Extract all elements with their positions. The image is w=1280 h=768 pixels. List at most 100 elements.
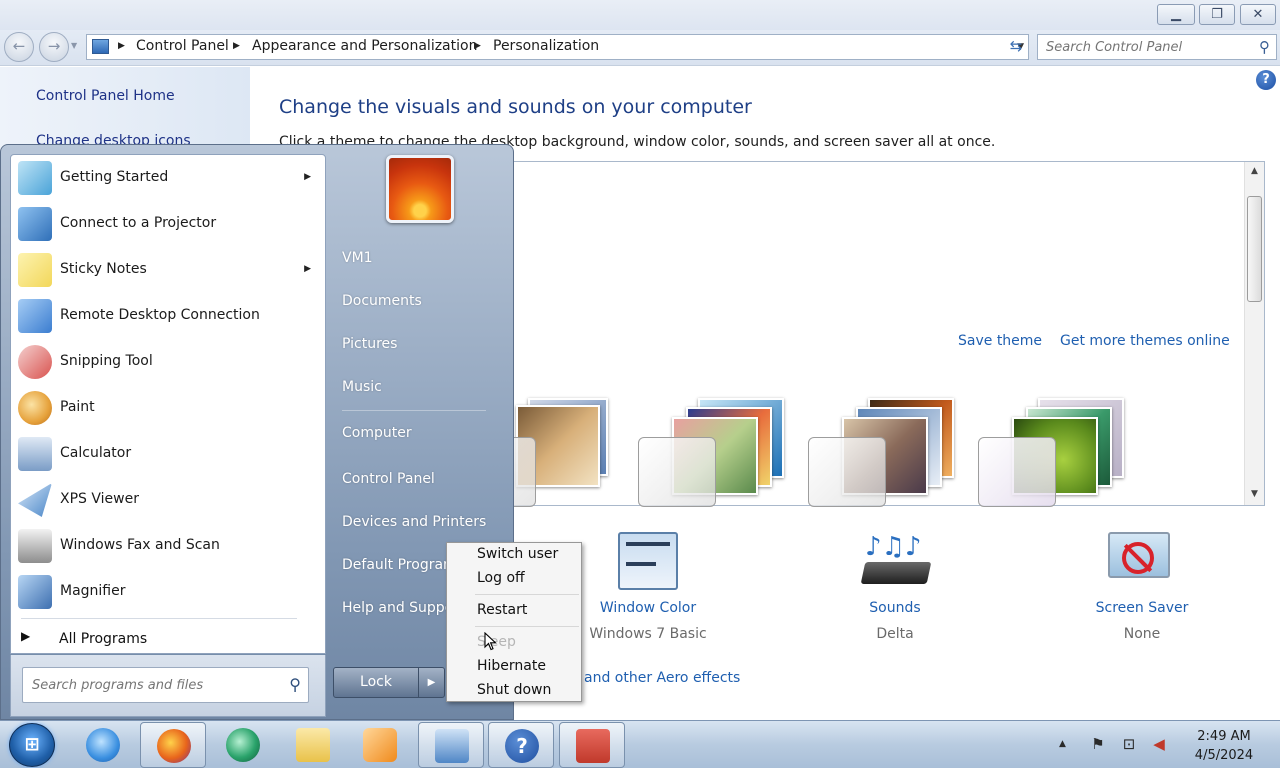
show-hidden-icons-button[interactable]: ▲	[1059, 739, 1066, 749]
taskbar-app[interactable]	[418, 722, 484, 768]
program-paint[interactable]: Paint	[11, 385, 325, 431]
get-more-themes-link[interactable]: Get more themes online	[1060, 333, 1230, 349]
volume-muted-icon[interactable]: ◀	[1150, 735, 1168, 753]
start-button[interactable]: ⊞	[9, 723, 55, 767]
calculator-icon	[18, 437, 52, 471]
menu-item-shut-down[interactable]: Shut down	[477, 682, 551, 698]
lock-button[interactable]: Lock	[333, 667, 419, 698]
theme-thumbnail[interactable]	[978, 395, 1128, 507]
search-icon[interactable]: ⚲	[289, 675, 301, 694]
breadcrumb-separator-icon[interactable]: ▶	[118, 41, 125, 51]
themes-scrollbar[interactable]: ▲ ▼	[1244, 162, 1264, 505]
place-computer[interactable]: Computer	[342, 425, 412, 441]
minimize-button[interactable]: ▁	[1157, 4, 1195, 25]
control-panel-home-link[interactable]: Control Panel Home	[36, 88, 175, 104]
scroll-down-icon[interactable]: ▼	[1245, 489, 1264, 499]
breadcrumb-personalization[interactable]: Personalization	[493, 38, 599, 54]
user-avatar[interactable]	[386, 155, 454, 223]
xps-viewer-icon	[18, 483, 52, 517]
program-label: Connect to a Projector	[60, 215, 217, 231]
windows-logo-icon: ⊞	[24, 734, 40, 755]
action-center-flag-icon[interactable]: ⚑	[1089, 735, 1107, 753]
program-snipping-tool[interactable]: Snipping Tool	[11, 339, 325, 385]
shutdown-options-button[interactable]: ▶	[418, 667, 445, 698]
sticky-notes-icon	[18, 253, 52, 287]
all-programs-button[interactable]: ▶ All Programs	[11, 623, 325, 653]
place-documents[interactable]: Documents	[342, 293, 422, 309]
place-user-folder[interactable]: VM1	[342, 250, 373, 266]
taskbar-app[interactable]	[559, 722, 625, 768]
breadcrumb-appearance[interactable]: Appearance and Personalization	[252, 38, 477, 54]
program-connect-projector[interactable]: Connect to a Projector	[11, 201, 325, 247]
place-devices-printers[interactable]: Devices and Printers	[342, 514, 486, 530]
taskbar-app[interactable]	[70, 722, 136, 768]
program-sticky-notes[interactable]: Sticky Notes ▶	[11, 247, 325, 293]
divider	[342, 410, 486, 411]
forward-button[interactable]: →	[39, 32, 69, 62]
screen-saver-icon	[1108, 530, 1176, 590]
close-button[interactable]: ✕	[1240, 4, 1276, 25]
program-magnifier[interactable]: Magnifier	[11, 569, 325, 615]
address-bar[interactable]: ▶ Control Panel ▶ Appearance and Persona…	[86, 34, 1029, 60]
save-theme-link[interactable]: Save theme	[958, 333, 1042, 349]
program-xps-viewer[interactable]: XPS Viewer	[11, 477, 325, 523]
program-fax-scan[interactable]: Windows Fax and Scan	[11, 523, 325, 569]
screen-saver-label[interactable]: Screen Saver	[1082, 600, 1202, 616]
menu-item-log-off[interactable]: Log off	[477, 570, 525, 586]
screen-saver-value: None	[1123, 626, 1161, 642]
firefox-icon	[157, 729, 191, 763]
taskbar-app[interactable]	[347, 722, 413, 768]
place-music[interactable]: Music	[342, 379, 382, 395]
program-getting-started[interactable]: Getting Started ▶	[11, 155, 325, 201]
window-color-label[interactable]: Window Color	[588, 600, 708, 616]
place-control-panel[interactable]: Control Panel	[342, 471, 435, 487]
breadcrumb-separator-icon[interactable]: ▶	[233, 41, 240, 51]
programs-list: Getting Started ▶ Connect to a Projector…	[10, 154, 326, 654]
taskbar-app[interactable]	[280, 722, 346, 768]
menu-item-restart[interactable]: Restart	[477, 602, 527, 618]
search-icon[interactable]: ⚲	[1259, 38, 1270, 56]
shutdown-options-menu: Switch user Log off Restart Sleep Hibern…	[446, 542, 582, 702]
scroll-up-icon[interactable]: ▲	[1245, 166, 1264, 176]
restore-button[interactable]: ❐	[1199, 4, 1235, 25]
program-remote-desktop[interactable]: Remote Desktop Connection	[11, 293, 325, 339]
menu-separator	[475, 594, 579, 595]
close-icon: ✕	[1252, 7, 1264, 22]
place-pictures[interactable]: Pictures	[342, 336, 397, 352]
scrollbar-thumb[interactable]	[1247, 196, 1262, 302]
program-calculator[interactable]: Calculator	[11, 431, 325, 477]
help-icon[interactable]: ?	[1256, 70, 1276, 90]
network-icon[interactable]: ⊡	[1120, 735, 1138, 753]
fax-scan-icon	[18, 529, 52, 563]
theme-thumbnail[interactable]	[638, 395, 788, 507]
start-search-area: ⚲	[10, 655, 326, 717]
back-button[interactable]: ←	[4, 32, 34, 62]
taskbar-app[interactable]	[140, 722, 206, 768]
toolbox-icon	[576, 729, 610, 763]
recent-pages-dropdown[interactable]: ▼	[71, 41, 77, 50]
breadcrumb-separator-icon[interactable]: ▶	[474, 41, 481, 51]
start-search-box[interactable]: ⚲	[22, 667, 309, 703]
menu-item-hibernate[interactable]: Hibernate	[477, 658, 546, 674]
control-panel-search[interactable]: ⚲	[1037, 34, 1277, 60]
theme-thumbnail[interactable]	[808, 395, 958, 507]
sounds-label[interactable]: Sounds	[835, 600, 955, 616]
program-label: Calculator	[60, 445, 132, 461]
refresh-button[interactable]: ⇆	[1003, 34, 1029, 60]
refresh-icon: ⇆	[1009, 37, 1023, 55]
snipping-tool-icon	[18, 345, 52, 379]
system-clock[interactable]: 2:49 AM 4/5/2024	[1188, 727, 1260, 765]
taskbar-app[interactable]: ?	[488, 722, 554, 768]
start-search-input[interactable]	[23, 668, 278, 702]
screen-saver-item[interactable]: Screen Saver None	[1082, 530, 1202, 642]
window-color-item[interactable]: Window Color Windows 7 Basic	[588, 530, 708, 642]
sounds-item[interactable]: ♪♫♪ Sounds Delta	[835, 530, 955, 642]
control-panel-icon	[92, 39, 109, 54]
menu-item-switch-user[interactable]: Switch user	[477, 546, 558, 562]
aero-effects-link[interactable]: and other Aero effects	[584, 670, 740, 686]
magnifier-icon	[18, 575, 52, 609]
program-label: Remote Desktop Connection	[60, 307, 260, 323]
breadcrumb-control-panel[interactable]: Control Panel	[136, 38, 229, 54]
taskbar-app[interactable]	[210, 722, 276, 768]
search-input[interactable]	[1038, 35, 1252, 59]
